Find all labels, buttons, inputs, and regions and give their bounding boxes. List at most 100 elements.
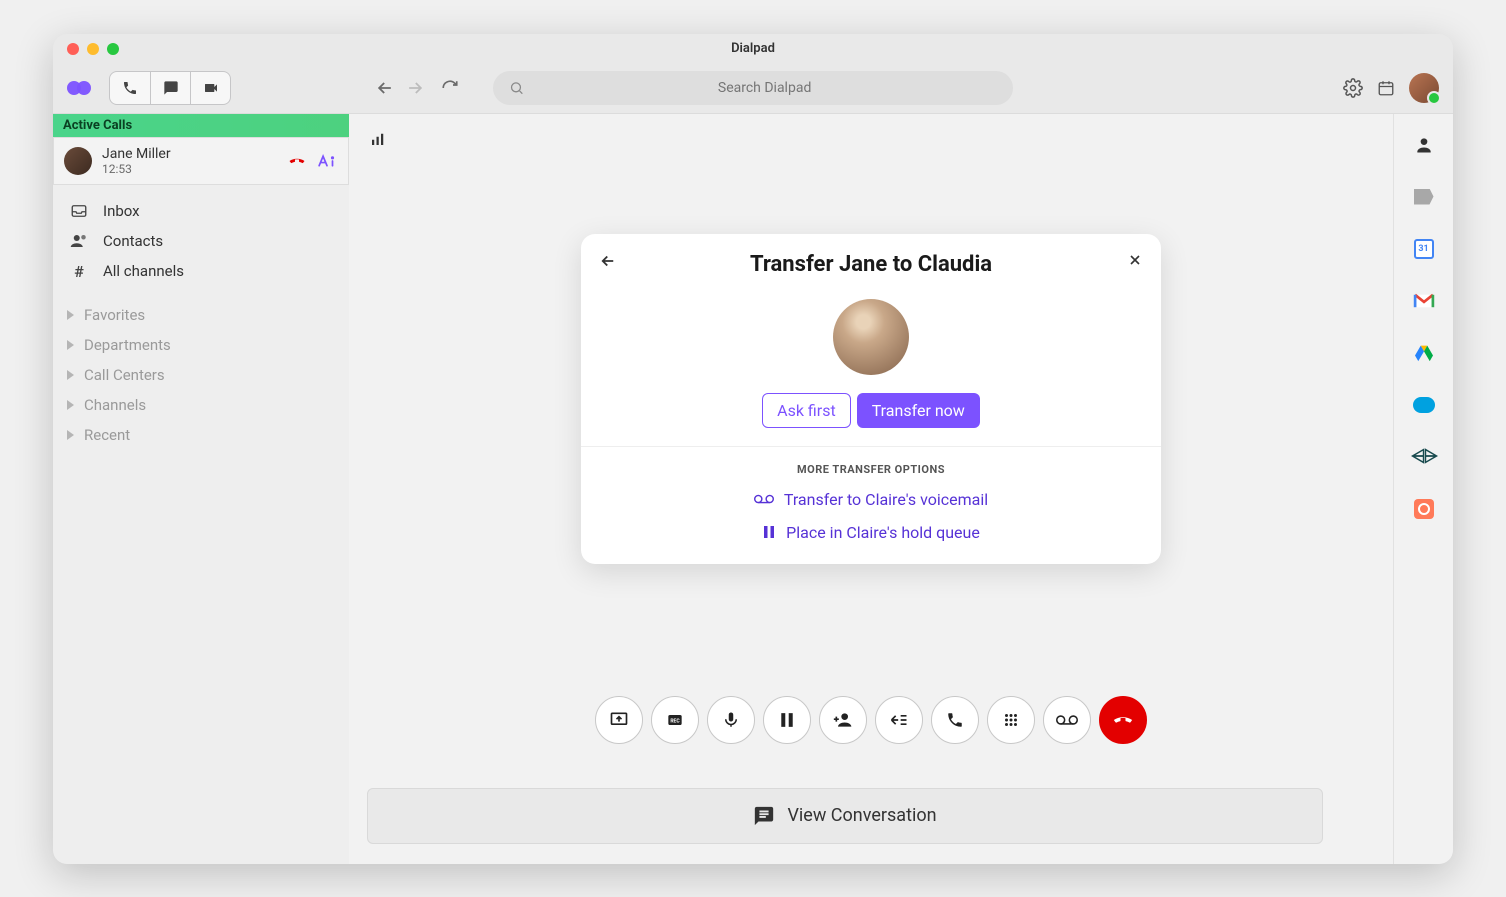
call-options-button[interactable]: [931, 696, 979, 744]
caret-icon: [67, 430, 74, 440]
profile-avatar[interactable]: [1409, 73, 1439, 103]
section-favorites[interactable]: Favorites: [63, 306, 339, 324]
refresh-button[interactable]: [441, 79, 459, 97]
pause-icon: [779, 712, 795, 728]
gear-icon: [1343, 78, 1363, 98]
rail-gmail[interactable]: [1413, 290, 1435, 312]
sidebar-sections: Favorites Departments Call Centers Chann…: [53, 298, 349, 452]
app-logo: [67, 80, 91, 96]
microphone-icon: [722, 711, 740, 729]
rail-google-calendar[interactable]: 31: [1413, 238, 1435, 260]
section-recent[interactable]: Recent: [63, 426, 339, 444]
nav-channels[interactable]: # All channels: [63, 259, 339, 284]
inbox-icon: [70, 202, 88, 220]
view-conversation-button[interactable]: View Conversation: [367, 788, 1323, 844]
active-call-card[interactable]: Jane Miller 12:53: [53, 137, 349, 185]
mute-button[interactable]: [707, 696, 755, 744]
hold-button[interactable]: [763, 696, 811, 744]
rail-tag-button[interactable]: [1413, 186, 1435, 208]
rail-google-drive[interactable]: [1413, 342, 1435, 364]
comm-mode-group: [109, 71, 231, 105]
chat-button[interactable]: [150, 72, 190, 104]
modal-container: Transfer Jane to Claudia Ask first Trans…: [349, 114, 1393, 864]
voicemail-icon: [1056, 713, 1078, 727]
caller-name: Jane Miller: [102, 146, 171, 162]
search-input[interactable]: [532, 80, 997, 96]
analytics-icon[interactable]: [369, 130, 387, 148]
phone-settings-icon: [946, 711, 964, 729]
maximize-window-button[interactable]: [107, 43, 119, 55]
chat-icon: [163, 80, 179, 96]
caret-icon: [67, 370, 74, 380]
transfer-now-button[interactable]: Transfer now: [857, 393, 980, 428]
rail-zendesk[interactable]: ⩤⩥: [1413, 446, 1435, 468]
rail-hubspot[interactable]: [1413, 498, 1435, 520]
titlebar: Dialpad: [53, 34, 1453, 64]
voicemail-button[interactable]: [1043, 696, 1091, 744]
video-button[interactable]: [190, 72, 230, 104]
nav-inbox[interactable]: Inbox: [63, 199, 339, 223]
screenshare-button[interactable]: [595, 696, 643, 744]
nav-channels-label: All channels: [103, 262, 184, 280]
hangup-icon[interactable]: [288, 152, 306, 170]
ask-first-button[interactable]: Ask first: [762, 393, 851, 428]
hangup-icon: [1112, 709, 1134, 731]
main-pane: Transfer Jane to Claudia Ask first Trans…: [349, 114, 1393, 864]
add-participant-button[interactable]: [819, 696, 867, 744]
record-button[interactable]: REC: [651, 696, 699, 744]
modal-back-button[interactable]: [599, 252, 617, 270]
hold-queue-button[interactable]: Place in Claire's hold queue: [762, 523, 980, 542]
transfer-voicemail-button[interactable]: Transfer to Claire's voicemail: [754, 490, 988, 509]
nav-inbox-label: Inbox: [103, 202, 140, 220]
video-icon: [203, 80, 219, 96]
ai-icon: [316, 153, 338, 169]
arrow-left-icon: [599, 252, 617, 270]
rail-salesforce[interactable]: [1413, 394, 1435, 416]
gmail-icon: [1413, 293, 1435, 309]
search-bar[interactable]: [493, 71, 1013, 105]
caret-icon: [67, 400, 74, 410]
arrow-right-icon: [405, 78, 425, 98]
transfer-button[interactable]: [875, 696, 923, 744]
contacts-icon: [70, 232, 88, 250]
refresh-icon: [441, 79, 459, 97]
call-duration: 12:53: [102, 162, 171, 176]
calendar-icon: [1377, 79, 1395, 97]
close-window-button[interactable]: [67, 43, 79, 55]
pause-icon: [762, 525, 776, 539]
window-controls: [67, 43, 119, 55]
rail-profile-button[interactable]: [1413, 134, 1435, 156]
sidebar: Active Calls Jane Miller 12:53 Inbox: [53, 114, 349, 864]
nav-buttons: [375, 78, 459, 98]
transfer-icon: [889, 710, 909, 730]
transfer-modal: Transfer Jane to Claudia Ask first Trans…: [581, 234, 1161, 564]
section-call-centers[interactable]: Call Centers: [63, 366, 339, 384]
forward-button[interactable]: [405, 78, 425, 98]
caret-icon: [67, 310, 74, 320]
dialpad-button[interactable]: [987, 696, 1035, 744]
toolbar: [53, 64, 1453, 114]
minimize-window-button[interactable]: [87, 43, 99, 55]
caret-icon: [67, 340, 74, 350]
google-drive-icon: [1414, 344, 1434, 362]
sidebar-nav: Inbox Contacts # All channels: [53, 185, 349, 290]
phone-button[interactable]: [110, 72, 150, 104]
dialpad-icon: [1002, 711, 1020, 729]
record-icon: REC: [665, 710, 685, 730]
window-title: Dialpad: [731, 41, 775, 56]
person-icon: [1414, 135, 1434, 155]
back-button[interactable]: [375, 78, 395, 98]
calendar-button[interactable]: [1377, 79, 1395, 97]
google-calendar-icon: 31: [1414, 239, 1434, 259]
settings-button[interactable]: [1343, 78, 1363, 98]
transfer-target-avatar: [833, 299, 909, 375]
hubspot-icon: [1414, 499, 1434, 519]
voicemail-icon: [754, 492, 774, 506]
nav-contacts[interactable]: Contacts: [63, 229, 339, 253]
hangup-button[interactable]: [1099, 696, 1147, 744]
salesforce-icon: [1413, 397, 1435, 413]
section-channels[interactable]: Channels: [63, 396, 339, 414]
nav-contacts-label: Contacts: [103, 232, 163, 250]
modal-close-button[interactable]: [1127, 252, 1143, 268]
section-departments[interactable]: Departments: [63, 336, 339, 354]
